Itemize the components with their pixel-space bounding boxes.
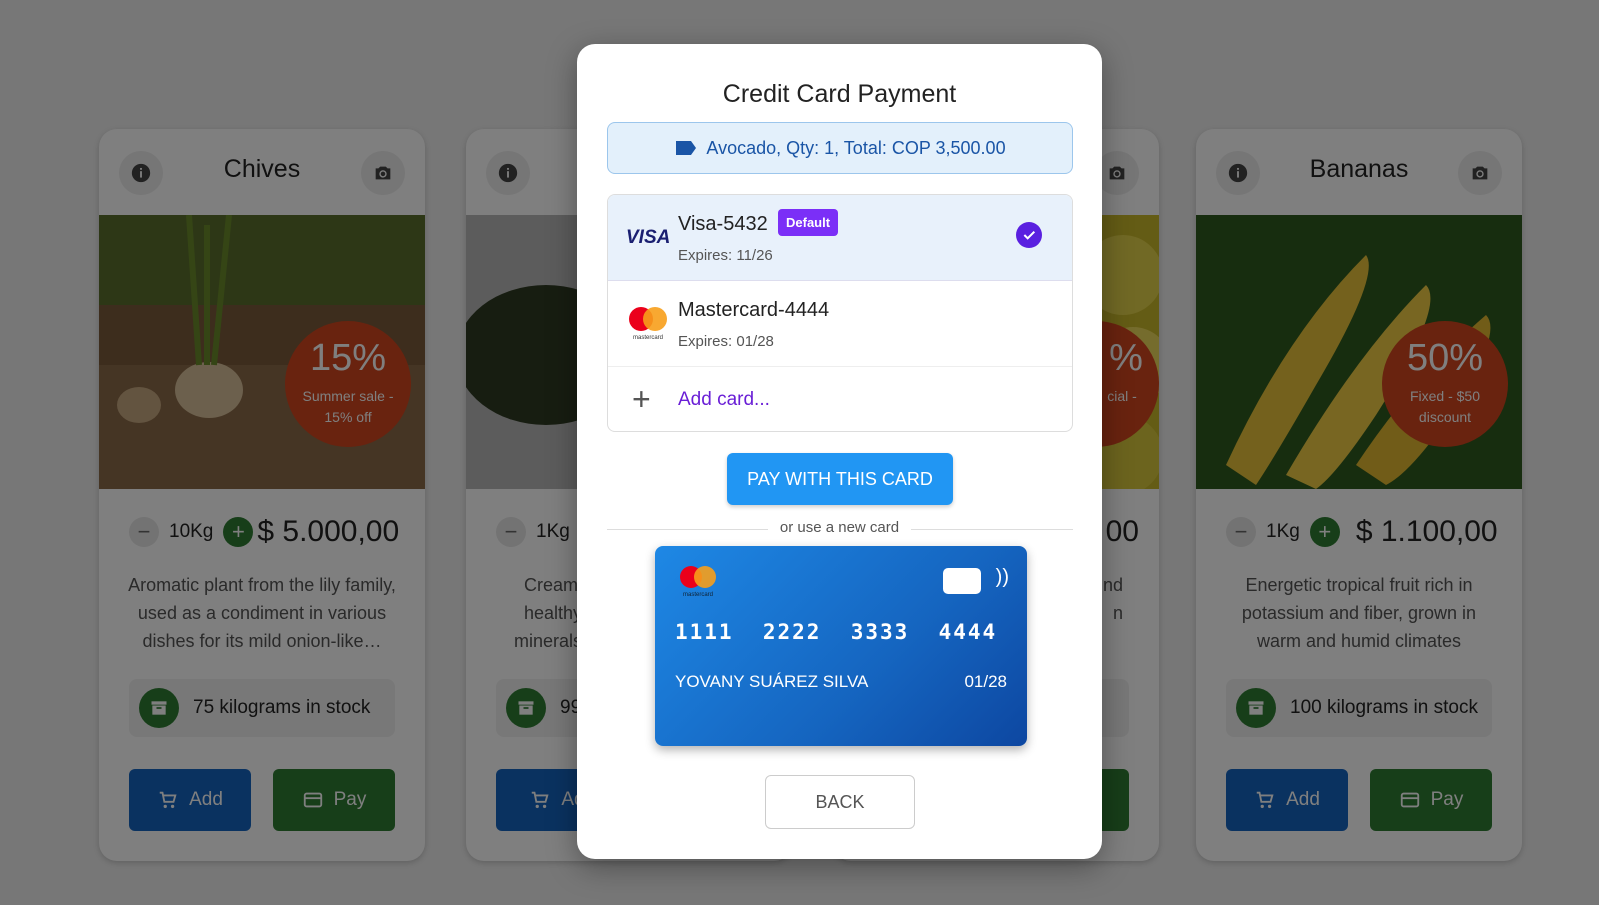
card-expiry: 01/28	[964, 672, 1007, 691]
add-card-label: Add card...	[678, 389, 770, 410]
payment-dialog: Credit Card Payment Avocado, Qty: 1, Tot…	[577, 44, 1102, 859]
chip-icon	[943, 568, 981, 594]
pay-with-card-button[interactable]: PAY WITH THIS CARD	[727, 453, 953, 505]
divider-label: or use a new card	[577, 519, 1102, 537]
card-expiry: Expires: 01/28	[678, 333, 774, 350]
card-name: Mastercard-4444	[678, 299, 830, 321]
card-number: 1111 2222 3333 4444	[675, 620, 998, 644]
new-card-preview[interactable]: mastercard )) 1111 2222 3333 4444 YOVANY…	[655, 546, 1027, 746]
plus-icon: +	[632, 381, 651, 417]
svg-text:mastercard: mastercard	[683, 592, 713, 598]
saved-cards-list: VISA Visa-5432 Default Expires: 11/26 ma…	[607, 194, 1073, 432]
mastercard-logo-icon: mastercard	[677, 564, 719, 603]
card-expiry: Expires: 11/26	[678, 247, 773, 264]
svg-text:mastercard: mastercard	[633, 335, 663, 341]
card-holder: YOVANY SUÁREZ SILVA	[675, 672, 869, 691]
card-name: Visa-5432	[678, 213, 768, 235]
mastercard-logo-icon: mastercard	[626, 305, 670, 341]
visa-logo-icon: VISA	[626, 227, 671, 248]
add-card-button[interactable]: + Add card...	[608, 367, 1072, 431]
contactless-icon: ))	[995, 566, 1009, 588]
dialog-title: Credit Card Payment	[722, 80, 957, 108]
label-tag-icon	[676, 141, 697, 155]
back-button[interactable]: BACK	[765, 775, 915, 829]
saved-card-visa[interactable]: VISA Visa-5432 Default Expires: 11/26	[608, 195, 1072, 281]
default-badge: Default	[778, 209, 839, 236]
order-summary-text: Avocado, Qty: 1, Total: COP 3,500.00	[706, 137, 1006, 158]
saved-card-mastercard[interactable]: mastercard Mastercard-4444 Expires: 01/2…	[608, 281, 1072, 367]
order-summary: Avocado, Qty: 1, Total: COP 3,500.00	[607, 122, 1073, 174]
check-icon	[1016, 222, 1042, 248]
